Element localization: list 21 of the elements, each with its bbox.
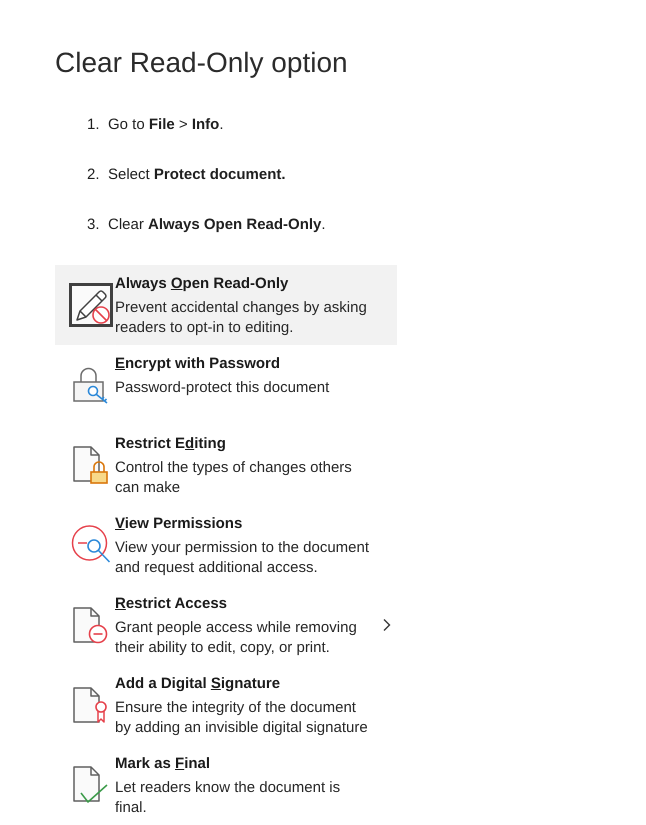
- page-title: Clear Read-Only option: [55, 46, 349, 80]
- document-lock-icon: [73, 446, 109, 484]
- lock-key-icon: [73, 366, 109, 404]
- menu-item[interactable]: Add a Digital Signature Ensure the integrity of the document by adding an invisible digital signature: [55, 665, 397, 745]
- step-text: Go to File > Info.: [108, 115, 224, 135]
- menu-item[interactable]: Restrict Editing Control the types of changes others can make: [55, 425, 397, 505]
- menu-item[interactable]: View Permissions View your permission to the document and request additional access.: [55, 505, 397, 585]
- pencil-prohibited-icon: [69, 283, 113, 327]
- step-text: Select Protect document.: [108, 165, 286, 185]
- menu-item[interactable]: Always Open Read-Only Prevent accidental changes by asking readers to opt-in to editing.: [55, 265, 397, 345]
- step-text: Clear Always Open Read-Only.: [108, 215, 326, 235]
- step-number: 3.: [87, 215, 101, 235]
- menu-item[interactable]: Encrypt with Password Password-protect this document: [55, 345, 397, 425]
- magnifier-circle-icon: [71, 525, 111, 565]
- step-number: 1.: [87, 115, 101, 135]
- menu-item[interactable]: Mark as Final Let readers know the document is final.: [55, 745, 397, 825]
- step-number: 2.: [87, 165, 101, 185]
- document-ribbon-icon: [73, 686, 109, 724]
- document-blocked-icon: [73, 606, 109, 644]
- menu-item[interactable]: Restrict Access Grant people access while removing their ability to edit, copy, or print.: [55, 585, 397, 665]
- document-check-icon: [73, 766, 109, 804]
